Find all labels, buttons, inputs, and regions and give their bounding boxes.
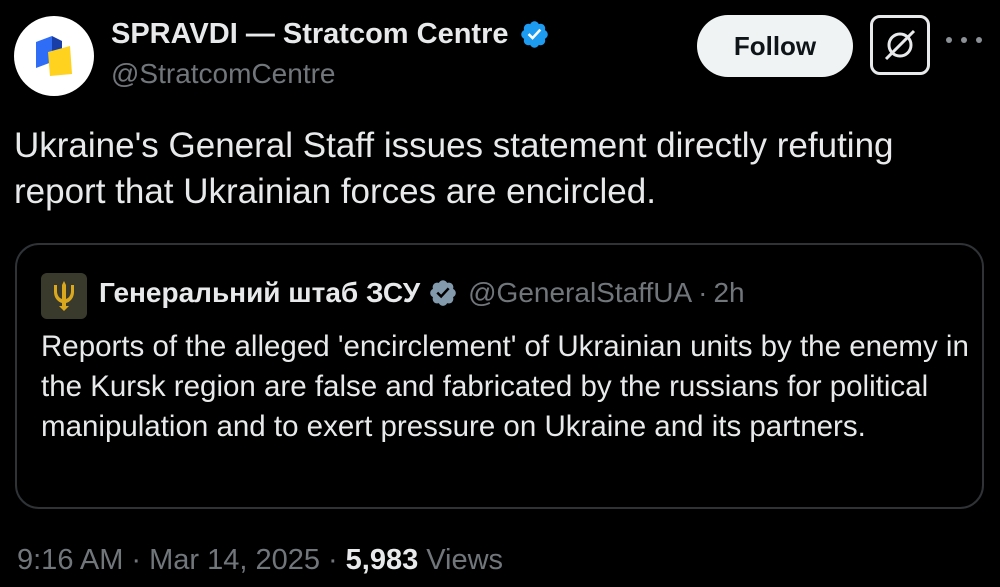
quoted-author-name[interactable]: Генеральний штаб ЗСУ	[99, 277, 420, 309]
separator-dot: ·	[327, 544, 338, 576]
more-dots-icon	[961, 37, 967, 43]
grok-icon	[884, 29, 916, 61]
more-dots-icon	[946, 37, 952, 43]
quoted-tweet-card[interactable]: Генеральний штаб ЗСУ @GeneralStaffUA · 2…	[15, 243, 984, 509]
verified-badge-icon[interactable]	[519, 19, 550, 50]
views-label: Views	[426, 544, 504, 576]
author-display-name[interactable]: SPRAVDI — Stratcom Centre	[111, 18, 550, 51]
grok-button[interactable]	[870, 15, 930, 75]
separator-dot: ·	[131, 544, 142, 576]
author-name-text: SPRAVDI — Stratcom Centre	[111, 18, 509, 50]
quoted-author-handle[interactable]: @GeneralStaffUA	[468, 277, 692, 309]
more-options-button[interactable]	[946, 30, 982, 50]
tweet-date[interactable]: Mar 14, 2025	[149, 544, 320, 577]
author-handle[interactable]: @StratcomCentre	[111, 58, 336, 90]
views-count: 5,983	[345, 544, 419, 576]
follow-button[interactable]: Follow	[697, 15, 853, 77]
separator-dot: ·	[698, 277, 708, 308]
verified-gov-badge-icon[interactable]	[428, 278, 458, 308]
quoted-tweet-time[interactable]: 2h	[713, 277, 744, 309]
quoted-tweet-header: Генеральний штаб ЗСУ @GeneralStaffUA · 2…	[99, 277, 745, 309]
quoted-tweet-text: Reports of the alleged 'encirclement' of…	[41, 330, 969, 443]
tweet-time[interactable]: 9:16 AM	[17, 544, 123, 577]
trident-emblem-icon	[54, 281, 74, 311]
tweet-meta: 9:16 AM · Mar 14, 2025 · 5,983 Views	[17, 544, 503, 577]
spravdi-logo-icon	[36, 36, 72, 76]
author-avatar[interactable]	[14, 16, 94, 96]
more-dots-icon	[976, 37, 982, 43]
quoted-author-avatar[interactable]	[41, 273, 87, 319]
tweet-text: Ukraine's General Staff issues statement…	[14, 126, 894, 211]
